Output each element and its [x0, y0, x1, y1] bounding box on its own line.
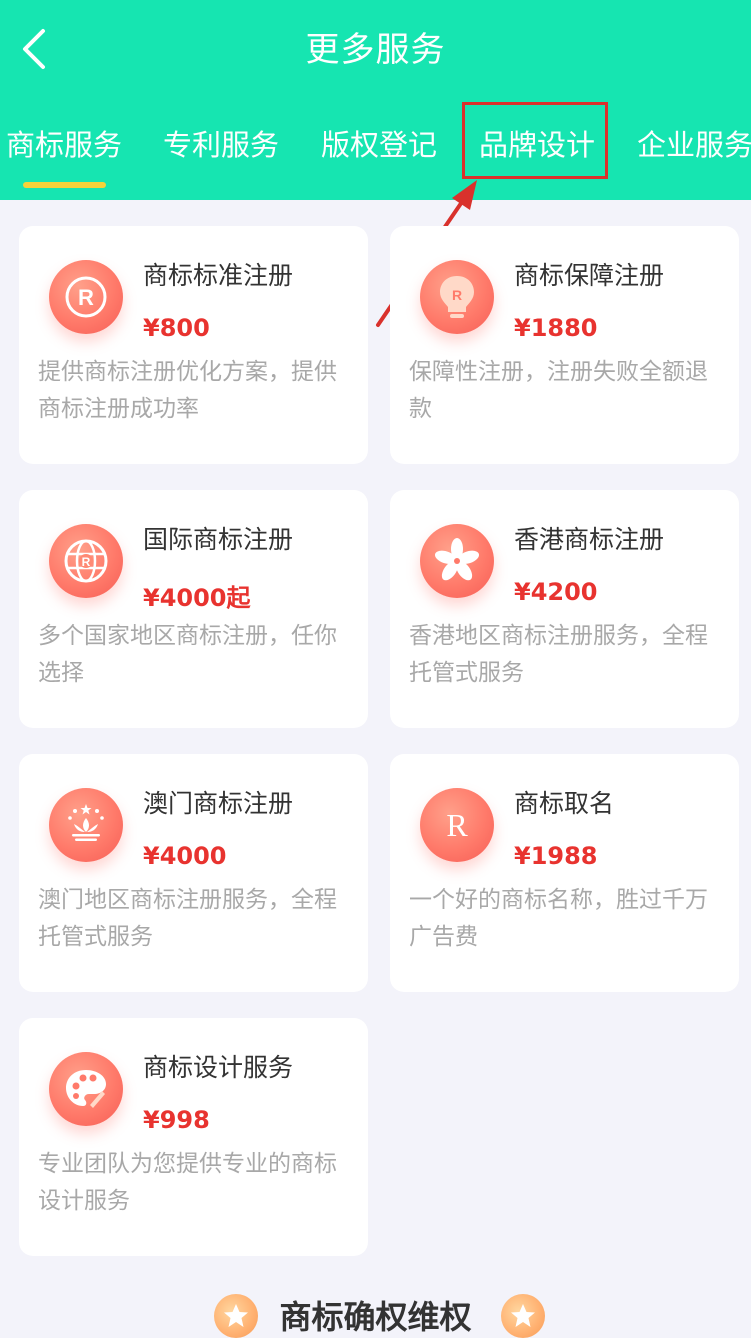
- letter-r-icon: R: [420, 788, 494, 862]
- service-price: ¥800: [143, 314, 210, 342]
- service-price: ¥998: [143, 1106, 210, 1134]
- service-title: 商标取名: [514, 789, 615, 818]
- service-description: 澳门地区商标注册服务，全程托管式服务: [38, 887, 337, 950]
- svg-text:R: R: [446, 807, 468, 843]
- svg-text:R: R: [452, 287, 462, 303]
- service-price: ¥1880: [514, 314, 598, 342]
- service-description: 专业团队为您提供专业的商标设计服务: [38, 1151, 337, 1214]
- service-card[interactable]: R 国际商标注册 ¥4000起 多个国家地区商标注册，任你选择: [19, 490, 368, 728]
- service-title: 国际商标注册: [143, 525, 294, 554]
- service-card[interactable]: R 商标保障注册 ¥1880 保障性注册，注册失败全额退款: [390, 226, 739, 464]
- service-price: ¥4000起: [143, 584, 251, 612]
- service-card[interactable]: R 商标取名 ¥1988 一个好的商标名称，胜过千万广告费: [390, 754, 739, 992]
- service-card[interactable]: R 商标标准注册 ¥800 提供商标注册优化方案，提供商标注册成功率: [19, 226, 368, 464]
- service-title: 商标保障注册: [514, 261, 665, 290]
- service-title: 商标设计服务: [143, 1053, 294, 1082]
- service-description: 一个好的商标名称，胜过千万广告费: [409, 887, 708, 950]
- service-price: ¥4200: [514, 578, 598, 606]
- section-title: 商标确权维权: [0, 1292, 751, 1338]
- section-title-text: 商标确权维权: [279, 1298, 472, 1336]
- bauhinia-flower-icon: [420, 524, 494, 598]
- service-description: 提供商标注册优化方案，提供商标注册成功率: [38, 359, 337, 422]
- service-description: 香港地区商标注册服务，全程托管式服务: [409, 623, 708, 686]
- star-badge-icon: [501, 1294, 545, 1338]
- registered-mark-icon: R: [49, 260, 123, 334]
- service-price: ¥4000: [143, 842, 227, 870]
- service-title: 商标标准注册: [143, 261, 294, 290]
- service-title: 澳门商标注册: [143, 789, 294, 818]
- service-price: ¥1988: [514, 842, 598, 870]
- lightbulb-r-icon: R: [420, 260, 494, 334]
- globe-r-icon: R: [49, 524, 123, 598]
- svg-text:R: R: [78, 285, 94, 310]
- service-card[interactable]: 香港商标注册 ¥4200 香港地区商标注册服务，全程托管式服务: [390, 490, 739, 728]
- service-description: 多个国家地区商标注册，任你选择: [38, 623, 337, 686]
- service-description: 保障性注册，注册失败全额退款: [409, 359, 708, 422]
- palette-icon: [49, 1052, 123, 1126]
- service-title: 香港商标注册: [514, 525, 665, 554]
- lotus-emblem-icon: [49, 788, 123, 862]
- svg-text:R: R: [82, 555, 91, 569]
- service-card[interactable]: 澳门商标注册 ¥4000 澳门地区商标注册服务，全程托管式服务: [19, 754, 368, 992]
- service-card[interactable]: 商标设计服务 ¥998 专业团队为您提供专业的商标设计服务: [19, 1018, 368, 1256]
